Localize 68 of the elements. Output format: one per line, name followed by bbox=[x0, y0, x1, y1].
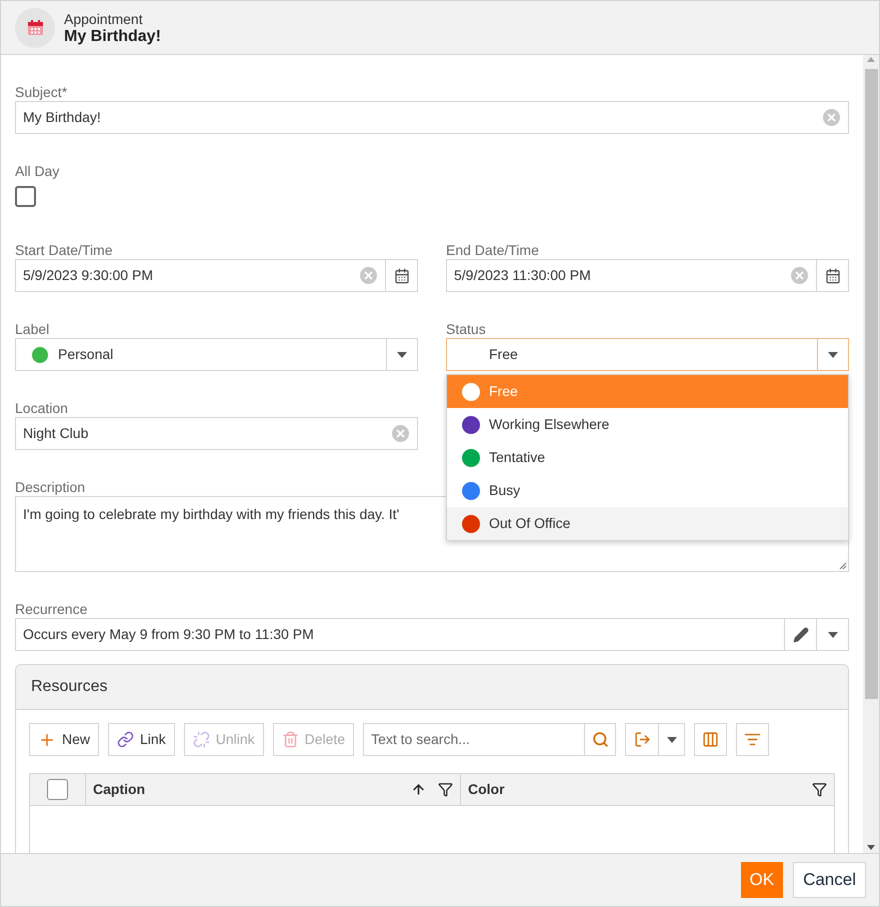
option-label: Free bbox=[489, 382, 518, 401]
scroll-up-icon[interactable] bbox=[867, 57, 875, 62]
status-option[interactable]: Working Elsewhere bbox=[447, 408, 848, 441]
search-input: Text to search... bbox=[364, 729, 584, 750]
caret-icon bbox=[397, 352, 407, 358]
filter-icon bbox=[744, 731, 762, 748]
option-label: Working Elsewhere bbox=[489, 415, 610, 434]
scroll-down-icon[interactable] bbox=[867, 845, 875, 850]
resize-handle-icon[interactable] bbox=[839, 562, 847, 570]
calendar-icon bbox=[15, 8, 55, 48]
trash-icon bbox=[282, 731, 299, 748]
panel-title: Resources bbox=[31, 677, 108, 697]
recurrence-field[interactable]: Occurs every May 9 from 9:30 PM to 11:30 PM bbox=[15, 618, 849, 651]
toolbar-button[interactable]: New bbox=[29, 723, 100, 756]
export-button[interactable] bbox=[625, 723, 686, 756]
field-label: Location bbox=[15, 400, 68, 416]
field-value: Night Club bbox=[22, 424, 90, 443]
field-value: Personal bbox=[58, 345, 114, 364]
option-label: Tentative bbox=[489, 448, 546, 467]
all-day-checkbox[interactable] bbox=[15, 186, 36, 207]
filter-icon bbox=[438, 782, 453, 797]
field-value: 5/9/2023 11:30:00 PM bbox=[453, 266, 592, 285]
status-option[interactable]: Out Of Office bbox=[447, 507, 848, 540]
toolbar-button[interactable]: Link bbox=[108, 723, 175, 756]
calendar-icon bbox=[394, 268, 410, 284]
search-icon bbox=[592, 731, 609, 748]
field-value: My Birthday! bbox=[22, 108, 102, 127]
field-value: 5/9/2023 9:30:00 PM bbox=[22, 266, 154, 285]
text-field[interactable]: 5/9/2023 9:30:00 PM bbox=[15, 259, 418, 292]
field-label: Start Date/Time bbox=[15, 242, 113, 258]
export-icon bbox=[634, 731, 651, 748]
field-value: Occurs every May 9 from 9:30 PM to 11:30 PM bbox=[22, 625, 315, 644]
field-label: End Date/Time bbox=[446, 242, 539, 258]
column-chooser-button[interactable] bbox=[694, 723, 728, 756]
status-option[interactable]: Tentative bbox=[447, 441, 848, 474]
dialog-button[interactable]: Cancel bbox=[793, 862, 866, 898]
unlink-icon bbox=[192, 731, 210, 748]
column-header[interactable]: Caption bbox=[86, 774, 461, 805]
calendar-icon bbox=[824, 268, 840, 284]
text-field[interactable]: 5/9/2023 11:30:00 PM bbox=[446, 259, 849, 292]
field-label: Recurrence bbox=[15, 601, 88, 617]
field-value: Free bbox=[488, 345, 519, 364]
caret-icon bbox=[828, 352, 838, 358]
status-dropdown[interactable]: Free bbox=[446, 338, 849, 371]
column-header[interactable]: Color bbox=[461, 774, 834, 805]
text-field[interactable]: Night Club bbox=[15, 417, 418, 450]
select-all-checkbox[interactable] bbox=[47, 779, 68, 800]
field-label: Label bbox=[15, 321, 50, 337]
scrollbar[interactable] bbox=[863, 55, 879, 853]
filter-icon bbox=[812, 782, 827, 797]
sort-up-icon bbox=[411, 782, 426, 797]
caret-icon bbox=[666, 736, 677, 742]
field-value: I'm going to celebrate my birthday with my friends this day. It' bbox=[23, 506, 400, 522]
text-field[interactable]: My Birthday! bbox=[15, 101, 849, 134]
link-icon bbox=[117, 731, 134, 748]
dialog-subtitle: Appointment bbox=[64, 10, 144, 28]
columns-icon bbox=[702, 731, 720, 748]
field-label: Status bbox=[446, 321, 486, 337]
option-label: Out Of Office bbox=[489, 514, 570, 533]
label-dropdown[interactable]: Personal bbox=[15, 338, 418, 371]
field-label: Description bbox=[15, 479, 86, 495]
dialog-title: My Birthday! bbox=[64, 28, 161, 46]
field-label: All Day bbox=[15, 163, 60, 179]
filter-button[interactable] bbox=[736, 723, 770, 756]
search-field[interactable]: Text to search... bbox=[363, 723, 616, 756]
field-label: Subject* bbox=[15, 84, 68, 100]
caret-icon bbox=[828, 632, 838, 638]
pencil-icon bbox=[792, 626, 808, 642]
